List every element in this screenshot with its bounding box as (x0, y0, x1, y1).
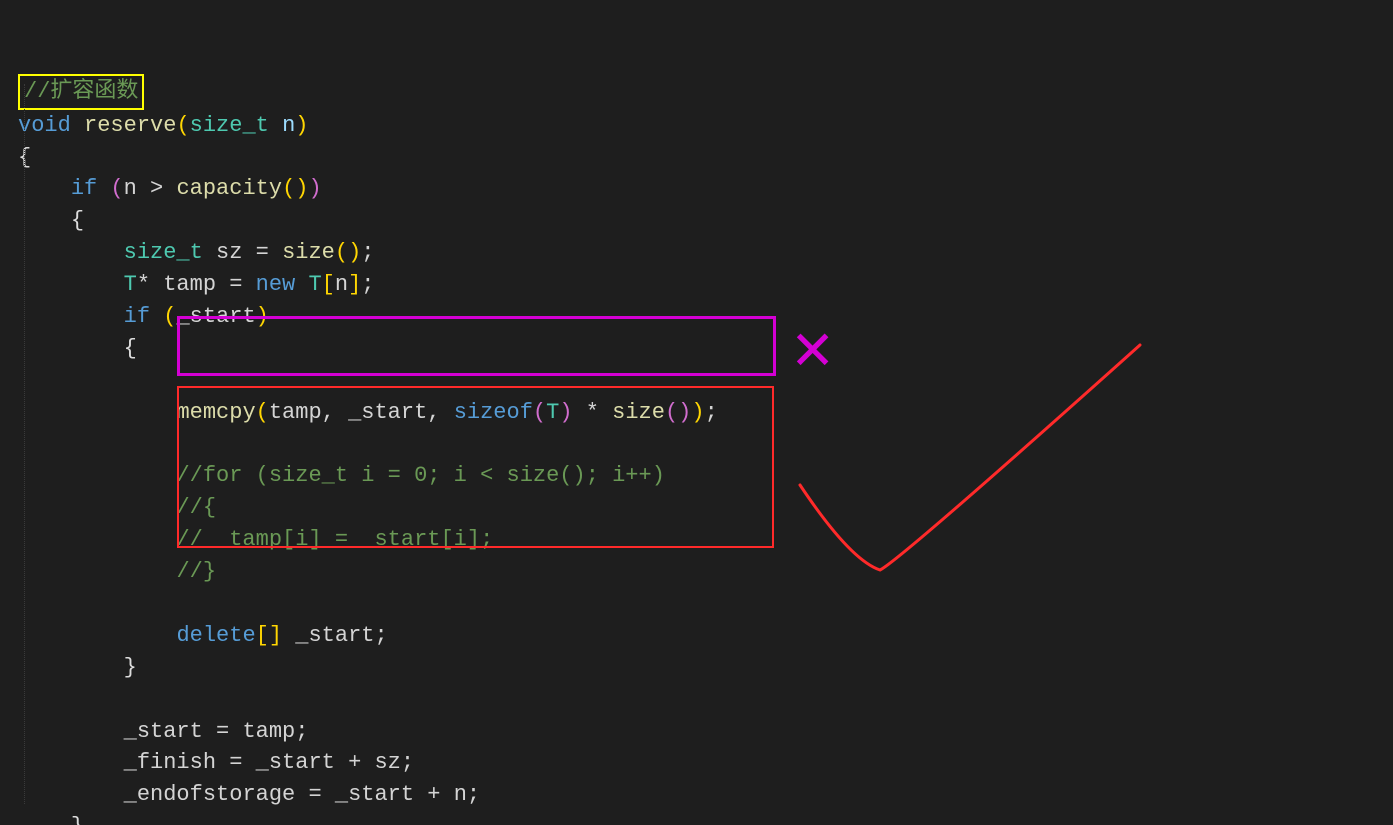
paren: () (335, 240, 361, 265)
op-eq: = (203, 719, 243, 744)
var-finish: _finish (124, 750, 216, 775)
var-endofstorage: _endofstorage (124, 782, 296, 807)
kw-void: void (18, 113, 71, 138)
kw-if: if (124, 304, 150, 329)
paren: () (665, 400, 691, 425)
paren: ( (176, 113, 189, 138)
var-n: n (282, 113, 295, 138)
semi: ; (361, 240, 374, 265)
var-tamp: tamp (163, 272, 216, 297)
paren: ) (559, 400, 572, 425)
code-line: void reserve(size_t n) (18, 113, 308, 138)
paren: ) (308, 176, 321, 201)
var-sz: sz (374, 750, 400, 775)
var-start: _start (124, 719, 203, 744)
paren: ( (256, 400, 269, 425)
code-line: _endofstorage = _start + n; (124, 782, 480, 807)
var-start: _start (176, 304, 255, 329)
var-start: _start (335, 782, 414, 807)
kw-new: new (256, 272, 296, 297)
expr: n > (124, 176, 177, 201)
indent-guide (24, 84, 26, 804)
comma: , (427, 400, 453, 425)
comment-title: //扩容函数 (24, 79, 138, 104)
code-line: if (_start) (124, 304, 269, 329)
var-start: _start (256, 750, 335, 775)
op-mul: * (573, 400, 613, 425)
var-start: _start (295, 623, 374, 648)
semi: ; (374, 623, 387, 648)
op-plus: + (414, 782, 454, 807)
op-eq: = (216, 272, 256, 297)
type-t: T (124, 272, 137, 297)
code-line: T* tamp = new T[n]; (124, 272, 375, 297)
comment-line: //{ (176, 495, 216, 520)
op-star: * (137, 272, 150, 297)
code-line: _start = tamp; (124, 719, 309, 744)
op-eq: = (295, 782, 335, 807)
fn-capacity: capacity (176, 176, 282, 201)
var-start: _start (348, 400, 427, 425)
op-eq: = (216, 750, 256, 775)
paren: ( (110, 176, 123, 201)
fn-reserve: reserve (84, 113, 176, 138)
paren: ( (533, 400, 546, 425)
paren: ) (691, 400, 704, 425)
check-mark-icon (790, 330, 1160, 580)
fn-memcpy: memcpy (176, 400, 255, 425)
code-line-memcpy: memcpy(tamp, _start, sizeof(T) * size())… (176, 400, 717, 425)
code-line: size_t sz = size(); (124, 240, 375, 265)
brace: } (124, 655, 137, 680)
paren: ) (295, 113, 308, 138)
kw-sizeof: sizeof (454, 400, 533, 425)
var-tamp: tamp (242, 719, 295, 744)
cross-mark-icon: ✕ (790, 312, 835, 390)
op-eq: = (242, 240, 282, 265)
var-n: n (335, 272, 348, 297)
fn-size: size (612, 400, 665, 425)
paren: () (282, 176, 308, 201)
fn-size: size (282, 240, 335, 265)
semi: ; (705, 400, 718, 425)
bracket: ] (348, 272, 361, 297)
var-sz: sz (216, 240, 242, 265)
paren: ) (256, 304, 269, 329)
bracket: [ (322, 272, 335, 297)
type-size-t: size_t (190, 113, 269, 138)
semi: ; (401, 750, 414, 775)
comment-line: //for (size_t i = 0; i < size(); i++) (176, 463, 664, 488)
comma: , (322, 400, 348, 425)
highlight-box-yellow: //扩容函数 (18, 74, 144, 110)
op-plus: + (335, 750, 375, 775)
kw-if: if (71, 176, 97, 201)
semi: ; (467, 782, 480, 807)
type-t: T (546, 400, 559, 425)
bracket: [] (256, 623, 282, 648)
type-t: T (308, 272, 321, 297)
brace: { (18, 145, 31, 170)
comment-line: // tamp[i] = _start[i]; (176, 527, 493, 552)
brace: { (124, 336, 137, 361)
paren: ( (163, 304, 176, 329)
code-line: _finish = _start + sz; (124, 750, 414, 775)
comment-line: //} (176, 559, 216, 584)
code-line: delete[] _start; (176, 623, 387, 648)
semi: ; (295, 719, 308, 744)
var-n: n (454, 782, 467, 807)
semi: ; (361, 272, 374, 297)
brace: } (71, 814, 84, 825)
var-tamp: tamp (269, 400, 322, 425)
type-size-t: size_t (124, 240, 203, 265)
kw-delete: delete (176, 623, 255, 648)
brace: { (71, 208, 84, 233)
code-line: if (n > capacity()) (71, 176, 322, 201)
code-editor[interactable]: //扩容函数 void reserve(size_t n) { if (n > … (0, 0, 1393, 825)
